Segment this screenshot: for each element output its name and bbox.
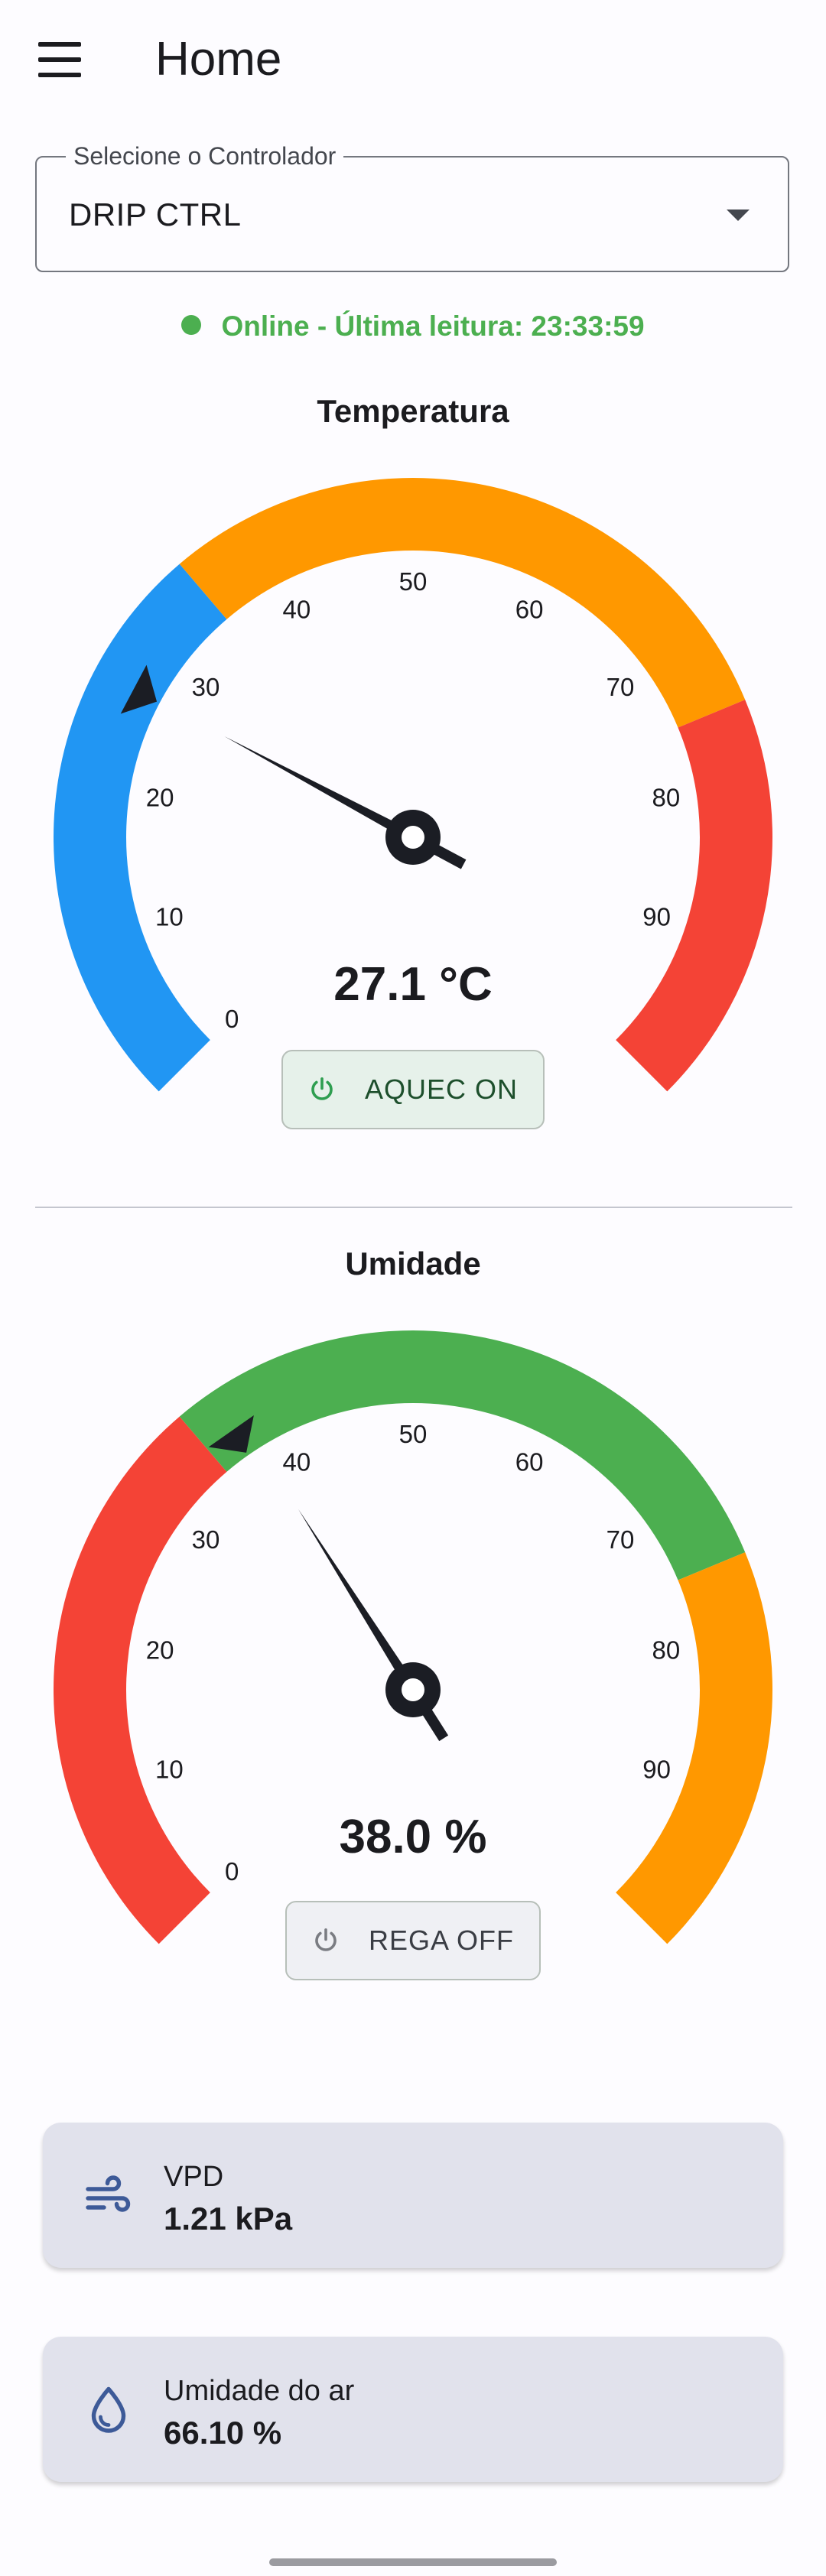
gauge-tick-label: 40: [283, 1448, 311, 1476]
heater-toggle-button[interactable]: AQUEC ON: [281, 1050, 545, 1129]
app-bar: Home: [0, 0, 826, 115]
gauge-band-2: [616, 700, 772, 1092]
vpd-card: VPD 1.21 kPa: [43, 2123, 783, 2268]
humidity-gauge-title: Umidade: [345, 1246, 481, 1282]
controller-select-value: DRIP CTRL: [69, 197, 242, 232]
gauge-tick-label: 10: [155, 903, 184, 931]
needle-hub-center: [402, 1678, 424, 1701]
page-title: Home: [155, 33, 282, 86]
connection-status: Online - Última leitura: 23:33:59: [0, 310, 826, 343]
gauge-tick-label: 20: [146, 784, 174, 812]
air-icon: [86, 2175, 131, 2212]
heater-toggle-label: AQUEC ON: [364, 1074, 519, 1105]
gauge-value: 27.1 °C: [333, 958, 492, 1011]
gauge-tick-label: 70: [606, 1525, 635, 1554]
controller-select-label: Selecione o Controlador: [66, 141, 344, 171]
gauge-band-0: [53, 564, 227, 1092]
irrigation-toggle-label: REGA OFF: [368, 1925, 515, 1956]
gauge-tick-label: 30: [192, 673, 220, 701]
air-humidity-label: Umidade do ar: [164, 2375, 355, 2407]
gauge-tick-label: 90: [642, 1756, 671, 1784]
arrow-drop-down-icon[interactable]: [727, 210, 750, 221]
gauge-tick-label: 40: [283, 596, 311, 624]
gauge-tick-label: 80: [652, 1636, 681, 1665]
power-icon: [311, 1077, 333, 1100]
air-humidity-value: 66.10 %: [164, 2415, 282, 2451]
temperature-gauge-title: Temperatura: [317, 393, 509, 429]
gauge-tick-label: 50: [399, 567, 428, 596]
section-divider: [35, 1207, 792, 1208]
vpd-label: VPD: [164, 2161, 224, 2193]
water-drop-icon: [91, 2386, 126, 2433]
vpd-value: 1.21 kPa: [164, 2201, 293, 2237]
irrigation-toggle-button[interactable]: REGA OFF: [285, 1901, 541, 1980]
controller-select[interactable]: Selecione o Controlador DRIP CTRL: [35, 141, 789, 272]
menu-icon[interactable]: [38, 42, 81, 77]
gauge-tick-label: 90: [642, 903, 671, 931]
power-icon: [315, 1928, 337, 1951]
gauge-tick-label: 70: [606, 673, 635, 701]
gauge-tick-label: 20: [146, 1636, 174, 1665]
gauge-tick-label: 0: [225, 1857, 239, 1886]
gauge-tick-label: 10: [155, 1756, 184, 1784]
status-dot-icon: [181, 315, 202, 336]
gauge-band-1: [179, 1330, 746, 1580]
gauge-value: 38.0 %: [339, 1811, 486, 1863]
gauge-tick-label: 30: [192, 1525, 220, 1554]
air-humidity-card: Umidade do ar 66.10 %: [43, 2337, 783, 2482]
gauge-tick-label: 60: [515, 1448, 544, 1476]
gauge-band-1: [179, 478, 746, 728]
gauge-tick-label: 60: [515, 596, 544, 624]
gauge-band-0: [53, 1416, 227, 1944]
gauge-tick-label: 50: [399, 1420, 428, 1448]
gauge-band-2: [616, 1552, 772, 1944]
gauge-tick-label: 80: [652, 784, 681, 812]
gauge-tick-label: 0: [225, 1005, 239, 1033]
status-text: Online - Última leitura: 23:33:59: [221, 310, 645, 342]
gesture-nav-handle[interactable]: [269, 2558, 557, 2566]
needle-hub-center: [402, 826, 424, 849]
